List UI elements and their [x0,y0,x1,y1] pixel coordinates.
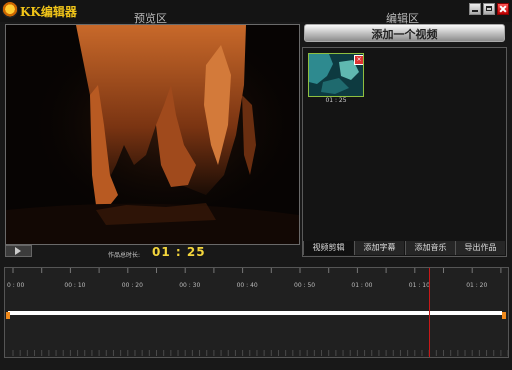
play-button[interactable] [5,245,32,257]
timeline-tick-label: 00 : 10 [64,282,86,289]
total-duration-value: 01 : 25 [152,245,206,259]
clip-thumbnail[interactable]: × [308,53,364,97]
preview-panel [5,24,300,245]
add-video-label: 添加一个视频 [371,28,438,41]
clip-duration: 01 : 25 [325,97,347,104]
tab-add-music[interactable]: 添加音乐 [405,241,455,255]
app-title: KK编辑器 [20,5,77,19]
tab-add-subtitle[interactable]: 添加字幕 [354,241,404,255]
timeline-tick-label: 00 : 30 [179,282,201,289]
clip-delete-icon[interactable]: × [354,55,363,65]
playhead[interactable] [429,268,430,357]
timeline-tick-label: 01 : 00 [351,282,373,289]
edit-panel: × 01 : 25 视频剪辑 添加字幕 添加音乐 导出作品 [302,47,507,257]
trim-start-handle[interactable] [6,312,10,319]
timeline[interactable]: 0 : 00 00 : 10 00 : 20 00 : 30 00 : 40 00 : 5… [4,267,509,358]
timeline-tick-label: 00 : 40 [236,282,258,289]
timeline-tick-label: 00 : 50 [294,282,316,289]
timeline-tick-label: 01 : 10 [408,282,430,289]
timeline-tick-label: 01 : 20 [466,282,488,289]
timeline-tick-label: 0 : 00 [7,282,25,289]
play-icon [15,247,21,255]
close-button[interactable] [497,3,509,15]
total-duration-label: 作品总时长: [108,252,141,259]
minimize-button[interactable] [469,3,481,15]
timeline-track[interactable] [8,311,502,315]
app-logo-icon [2,2,18,18]
maximize-button[interactable] [483,3,495,15]
tab-export[interactable]: 导出作品 [455,241,505,255]
tab-video-edit[interactable]: 视频剪辑 [303,241,353,255]
trim-end-handle[interactable] [502,312,506,319]
timeline-tick-label: 00 : 20 [121,282,143,289]
preview-video-frame [6,25,299,244]
add-video-button[interactable]: 添加一个视频 [304,24,505,42]
